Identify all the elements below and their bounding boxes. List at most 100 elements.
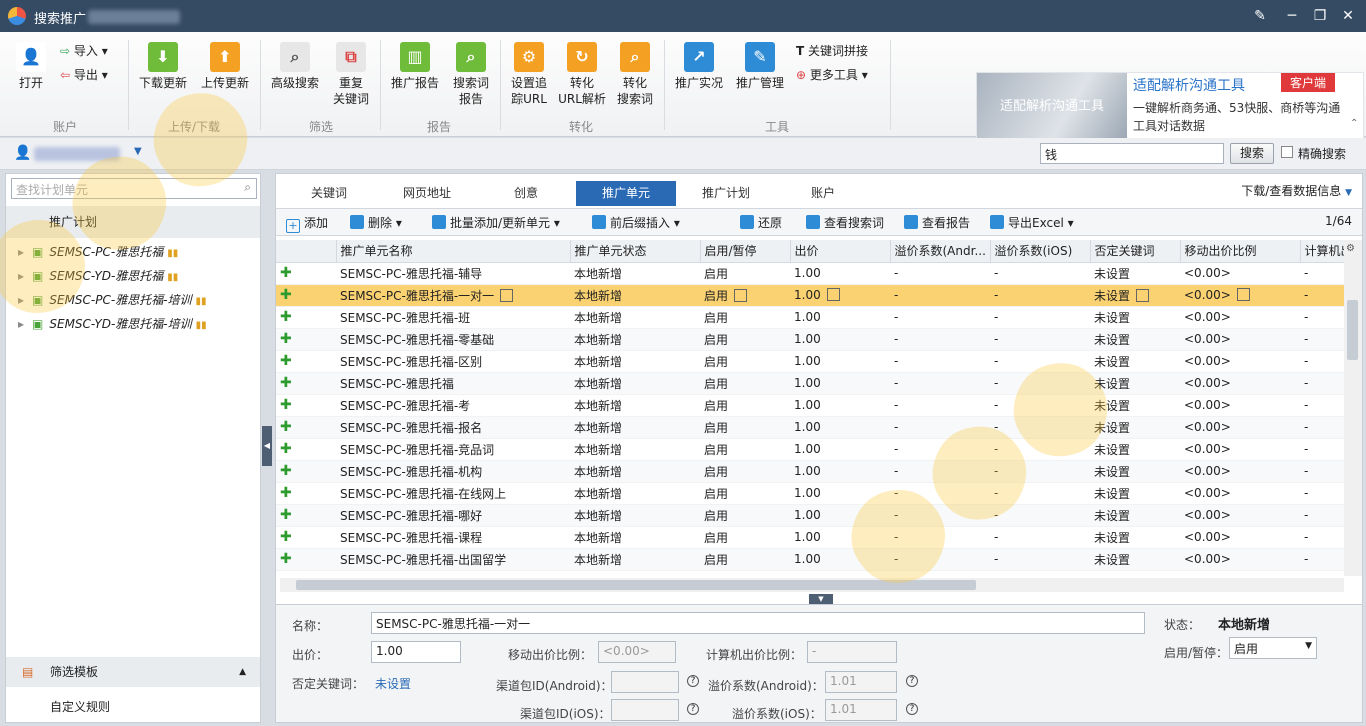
- table-cell[interactable]: -: [990, 482, 1090, 505]
- settings-gear-icon[interactable]: ⚙: [1346, 243, 1355, 254]
- ios-coef-field[interactable]: 1.01: [825, 699, 897, 721]
- table-cell[interactable]: 1.00: [790, 372, 890, 395]
- plan-search-input[interactable]: 查找计划单元 ⌕: [11, 178, 257, 199]
- help-icon[interactable]: ?: [906, 675, 918, 687]
- row-expand-cell[interactable]: ✚: [276, 394, 336, 417]
- promo-manage-button[interactable]: ✎ 推广管理: [732, 42, 788, 91]
- expand-plus-icon[interactable]: ✚: [280, 353, 292, 369]
- pc-ratio-field[interactable]: -: [807, 641, 897, 663]
- add-button[interactable]: + 添加: [286, 214, 328, 233]
- table-cell[interactable]: <0.00>: [1180, 548, 1300, 571]
- table-cell[interactable]: -: [990, 284, 1090, 307]
- table-cell[interactable]: -: [990, 262, 1090, 285]
- row-expand-cell[interactable]: ✚: [276, 284, 336, 307]
- table-cell[interactable]: 本地新增: [570, 372, 700, 395]
- table-cell[interactable]: 未设置: [1090, 394, 1180, 417]
- table-row[interactable]: ✚ SEMSC-PC-雅思托福-出国留学 本地新增 启用 1.00 - - 未设置 <0.00>…: [276, 548, 1354, 571]
- table-cell[interactable]: <0.00>: [1180, 504, 1300, 527]
- expand-plus-icon[interactable]: ✚: [280, 331, 292, 347]
- table-cell[interactable]: 未设置: [1090, 548, 1180, 571]
- table-cell[interactable]: -: [890, 526, 990, 549]
- table-cell[interactable]: 本地新增: [570, 482, 700, 505]
- table-cell[interactable]: -: [890, 504, 990, 527]
- upload-update-button[interactable]: ⬆ 上传更新: [198, 42, 252, 91]
- table-cell[interactable]: SEMSC-PC-雅思托福-报名: [336, 416, 570, 439]
- table-cell[interactable]: <0.00>: [1180, 416, 1300, 439]
- table-row[interactable]: ✚ SEMSC-PC-雅思托福-班 本地新增 启用 1.00 - - 未设置 <0.00> -: [276, 306, 1354, 329]
- table-cell[interactable]: SEMSC-PC-雅思托福-一对一: [336, 284, 570, 307]
- delete-button[interactable]: 删除 ▾: [350, 214, 402, 231]
- expand-arrow-icon[interactable]: ▸: [18, 293, 24, 307]
- table-row[interactable]: ✚ SEMSC-PC-雅思托福-区别 本地新增 启用 1.00 - - 未设置 <0.00> -: [276, 350, 1354, 373]
- table-cell[interactable]: 1.00: [790, 460, 890, 483]
- column-header[interactable]: 溢价系数(iOS): [990, 240, 1091, 263]
- edit-icon[interactable]: ✎: [1250, 6, 1270, 26]
- table-row[interactable]: ✚ SEMSC-PC-雅思托福-考 本地新增 启用 1.00 - - 未设置 <0.00> -: [276, 394, 1354, 417]
- table-cell[interactable]: SEMSC-PC-雅思托福-考: [336, 394, 570, 417]
- table-cell[interactable]: 1.00: [790, 548, 890, 571]
- custom-rule-item[interactable]: 自定义规则: [50, 698, 110, 715]
- restore-button[interactable]: 还原: [740, 214, 782, 231]
- table-cell[interactable]: 1.00: [790, 306, 890, 329]
- table-cell[interactable]: -: [890, 416, 990, 439]
- table-cell[interactable]: -: [990, 372, 1090, 395]
- tab-item[interactable]: 网页地址: [378, 181, 476, 206]
- table-cell[interactable]: SEMSC-PC-雅思托福-辅导: [336, 262, 570, 285]
- row-expand-cell[interactable]: ✚: [276, 350, 336, 373]
- horizontal-scrollbar[interactable]: [280, 578, 1344, 592]
- view-report-button[interactable]: 查看报告: [904, 214, 970, 231]
- table-cell[interactable]: 启用: [700, 460, 790, 483]
- table-cell[interactable]: SEMSC-PC-雅思托福-区别: [336, 350, 570, 373]
- row-expand-cell[interactable]: ✚: [276, 438, 336, 461]
- table-cell[interactable]: 本地新增: [570, 394, 700, 417]
- search-input[interactable]: 钱: [1040, 143, 1224, 164]
- row-expand-cell[interactable]: ✚: [276, 548, 336, 571]
- table-cell[interactable]: -: [990, 460, 1090, 483]
- row-expand-cell[interactable]: ✚: [276, 262, 336, 285]
- row-expand-cell[interactable]: ✚: [276, 504, 336, 527]
- table-cell[interactable]: 未设置: [1090, 526, 1180, 549]
- table-cell[interactable]: <0.00>: [1180, 526, 1300, 549]
- table-row[interactable]: ✚ SEMSC-PC-雅思托福-竞品词 本地新增 启用 1.00 - - 未设置 <0.00> -: [276, 438, 1354, 461]
- plan-tree-item[interactable]: ▸ ▣ SEMSC-PC-雅思托福-培训 ▮▮: [6, 288, 262, 312]
- table-cell[interactable]: -: [990, 504, 1090, 527]
- help-icon[interactable]: ?: [687, 703, 699, 715]
- table-cell[interactable]: -: [890, 328, 990, 351]
- table-cell[interactable]: 1.00: [790, 262, 890, 285]
- edit-pencil-icon[interactable]: [826, 288, 840, 301]
- row-expand-cell[interactable]: ✚: [276, 416, 336, 439]
- table-cell[interactable]: 启用: [700, 262, 790, 285]
- table-cell[interactable]: 1.00: [790, 328, 890, 351]
- enable-select[interactable]: 启用 ▼: [1229, 637, 1317, 659]
- table-cell[interactable]: 1.00: [790, 394, 890, 417]
- table-cell[interactable]: 启用: [700, 372, 790, 395]
- table-cell[interactable]: <0.00>: [1180, 482, 1300, 505]
- table-cell[interactable]: <0.00>: [1180, 460, 1300, 483]
- view-search-terms-button[interactable]: 查看搜索词: [806, 214, 884, 231]
- column-header[interactable]: 启用/暂停: [700, 240, 791, 263]
- table-cell[interactable]: 本地新增: [570, 306, 700, 329]
- search-term-report-button[interactable]: ⌕ 搜索词 报告: [448, 42, 494, 107]
- hscrollbar-thumb[interactable]: [296, 580, 976, 590]
- account-selector-blurred[interactable]: [34, 147, 120, 161]
- search-button[interactable]: 搜索: [1230, 143, 1274, 164]
- table-cell[interactable]: 启用: [700, 416, 790, 439]
- expand-plus-icon[interactable]: ✚: [280, 463, 292, 479]
- edit-pencil-icon[interactable]: [734, 288, 748, 302]
- table-cell[interactable]: SEMSC-PC-雅思托福-出国留学: [336, 548, 570, 571]
- table-cell[interactable]: -: [990, 328, 1090, 351]
- table-cell[interactable]: -: [890, 306, 990, 329]
- table-cell[interactable]: 本地新增: [570, 504, 700, 527]
- column-header[interactable]: 否定关键词: [1090, 240, 1181, 263]
- table-cell[interactable]: 未设置: [1090, 328, 1180, 351]
- table-cell[interactable]: 未设置: [1090, 350, 1180, 373]
- convert-search-term-button[interactable]: ⌕ 转化 搜索词: [612, 42, 658, 107]
- tab-item[interactable]: 推广单元: [576, 181, 676, 206]
- panel-splitter[interactable]: ◀: [262, 173, 274, 723]
- expand-plus-icon[interactable]: ✚: [280, 441, 292, 457]
- table-row[interactable]: ✚ SEMSC-PC-雅思托福-哪好 本地新增 启用 1.00 - - 未设置 <0.00> -: [276, 504, 1354, 527]
- table-row[interactable]: ✚ SEMSC-PC-雅思托福 本地新增 启用 1.00 - - 未设置 <0.00> -: [276, 372, 1354, 395]
- more-tools-button[interactable]: ⊕ 更多工具 ▾: [796, 66, 868, 83]
- table-cell[interactable]: 本地新增: [570, 416, 700, 439]
- table-cell[interactable]: 未设置: [1090, 284, 1180, 307]
